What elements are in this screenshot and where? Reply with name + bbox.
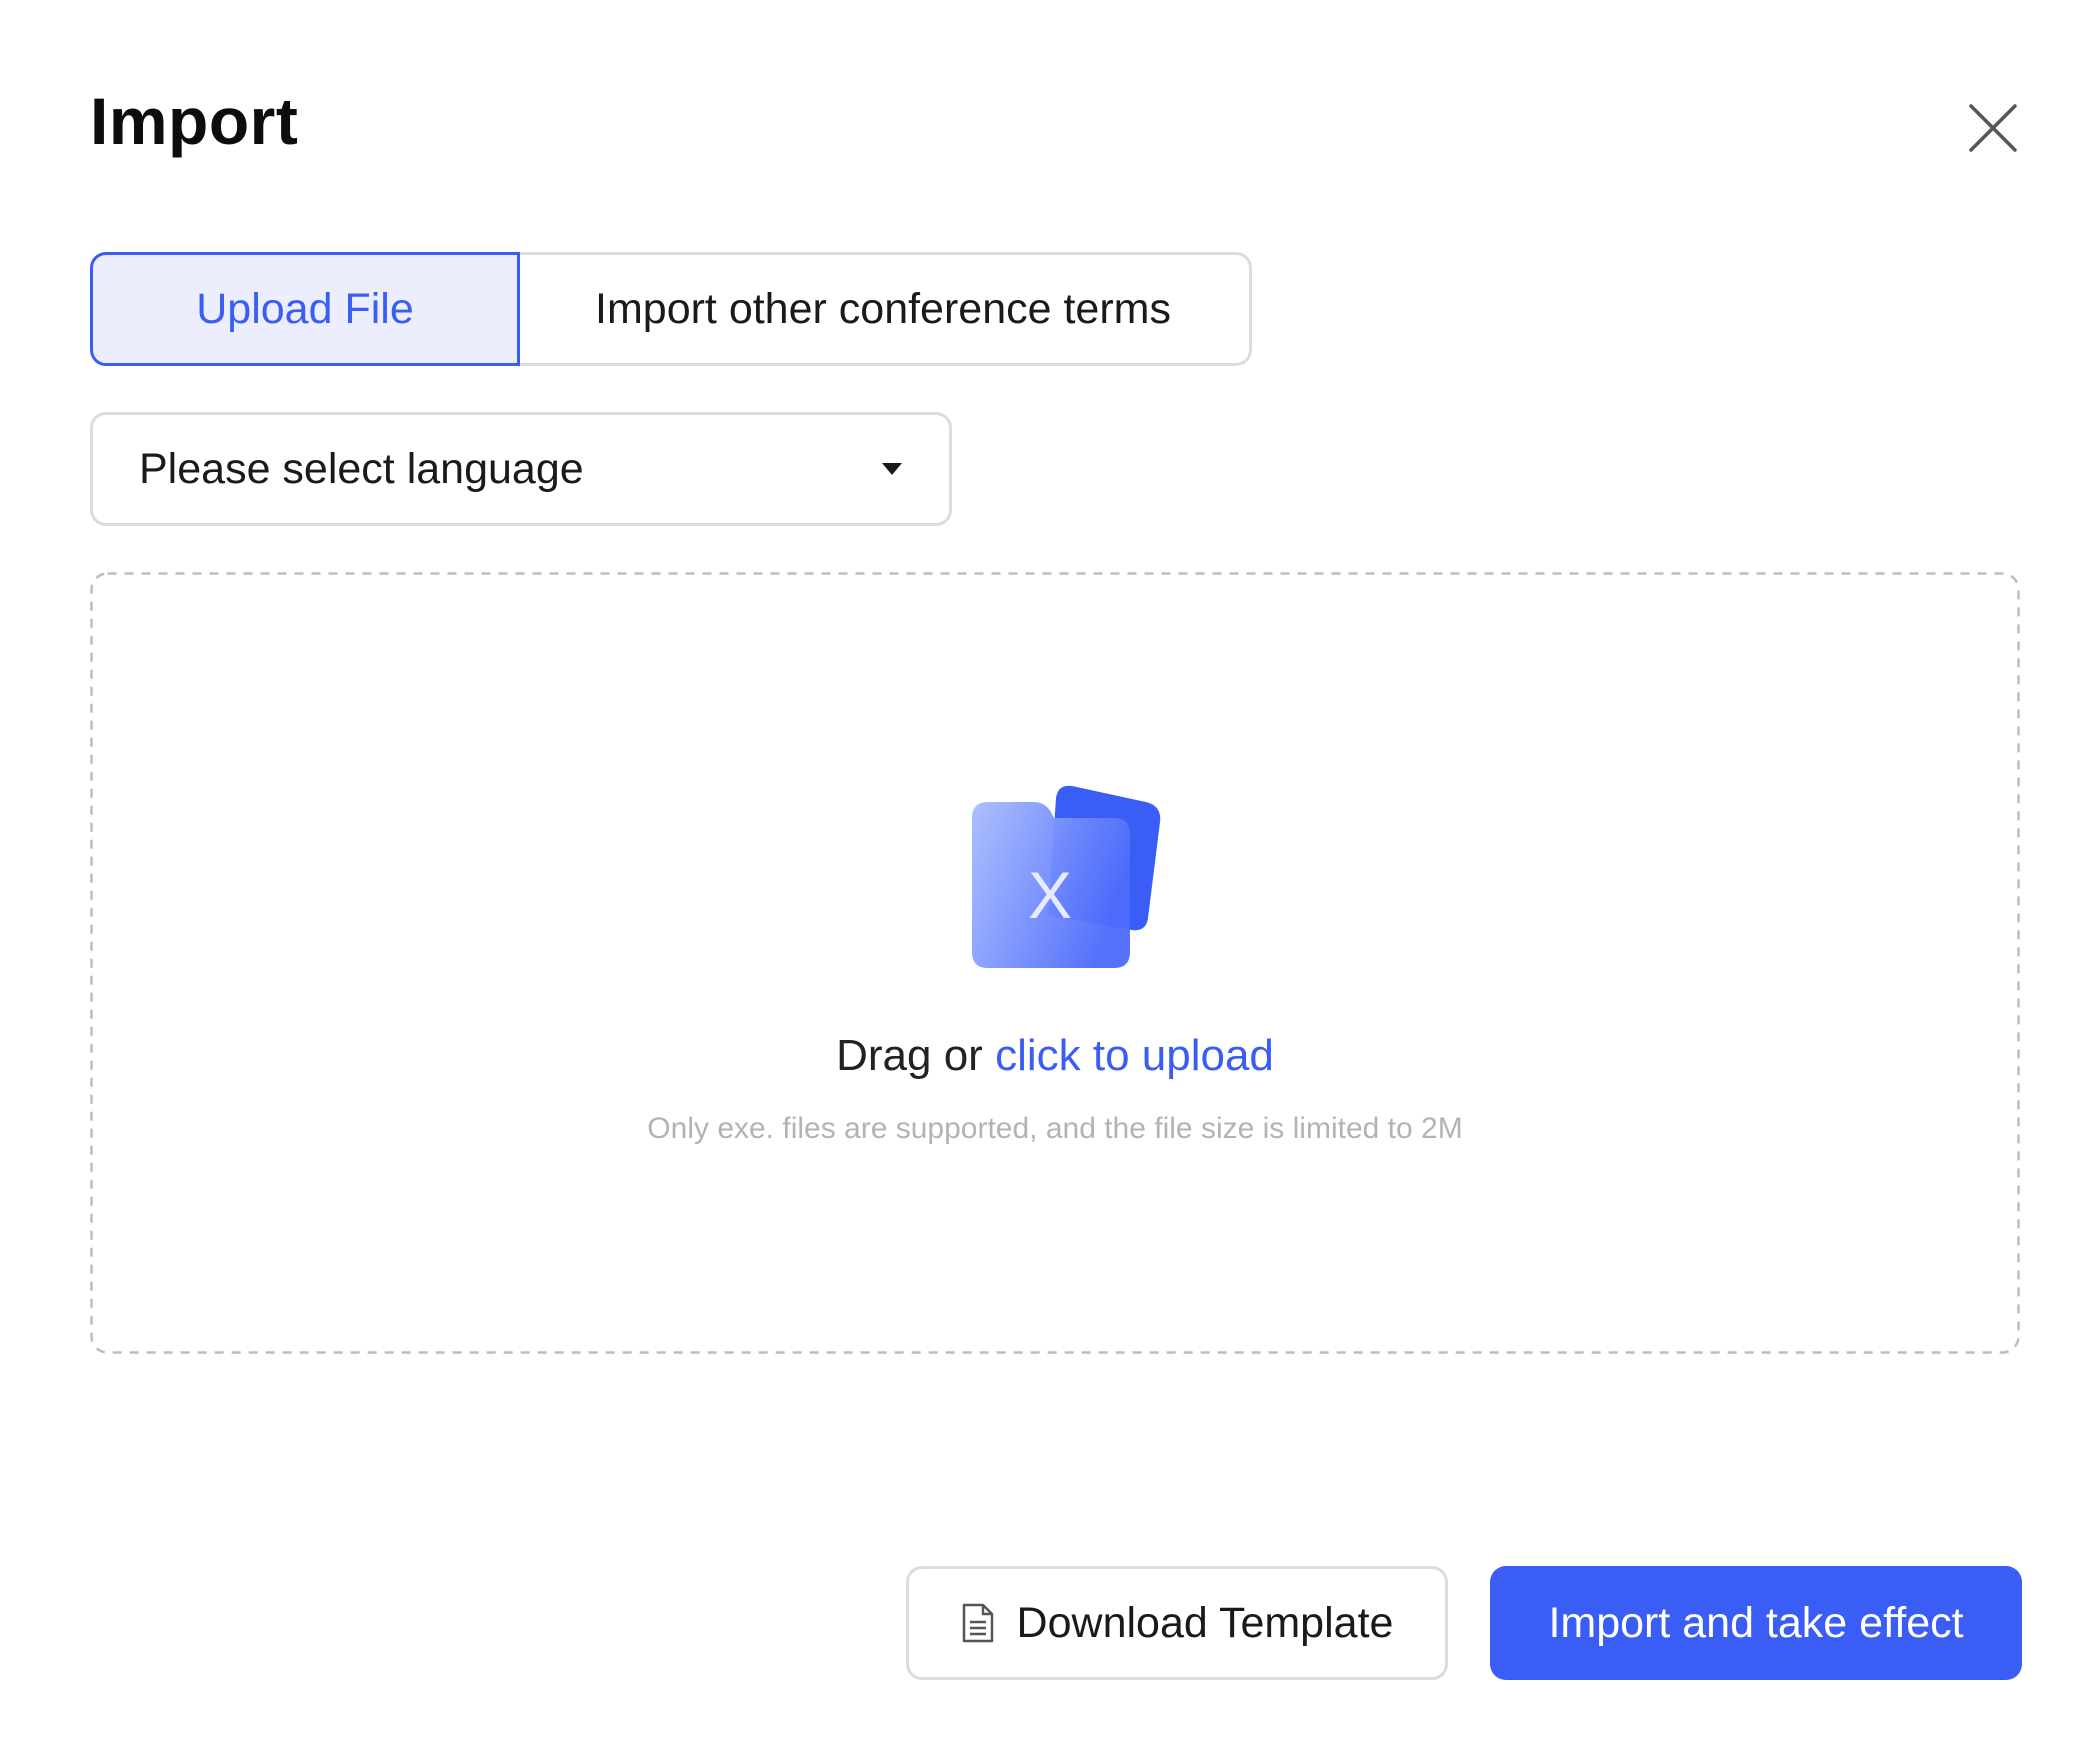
tab-upload-file[interactable]: Upload File <box>90 252 520 366</box>
drag-prefix-text: Drag or <box>836 1031 996 1080</box>
import-mode-tabs: Upload File Import other conference term… <box>90 252 1252 366</box>
click-to-upload-link[interactable]: click to upload <box>995 1031 1274 1080</box>
folder-icon-letter: X <box>1028 858 1072 932</box>
import-dialog: Import Upload File Import other conferen… <box>0 0 2100 1746</box>
download-template-label: Download Template <box>1016 1598 1394 1647</box>
import-and-take-effect-button[interactable]: Import and take effect <box>1490 1566 2022 1680</box>
language-select[interactable]: Please select language <box>90 412 952 526</box>
upload-instruction: Drag or click to upload <box>90 1034 2020 1078</box>
language-select-placeholder: Please select language <box>139 444 584 493</box>
document-icon <box>962 1603 993 1643</box>
import-button-label: Import and take effect <box>1548 1598 1964 1647</box>
caret-down-icon <box>882 463 902 475</box>
close-button[interactable] <box>1965 100 2021 156</box>
download-template-button[interactable]: Download Template <box>906 1566 1448 1680</box>
tab-import-other-conference-terms[interactable]: Import other conference terms <box>517 252 1252 366</box>
excel-folder-icon: X <box>972 785 1161 968</box>
dialog-title: Import <box>90 84 299 158</box>
close-icon <box>1969 104 2017 152</box>
upload-hint: Only exe. files are supported, and the f… <box>647 1112 1463 1145</box>
upload-dropzone[interactable]: X Drag or click to upload Only exe. file… <box>90 572 2020 1354</box>
